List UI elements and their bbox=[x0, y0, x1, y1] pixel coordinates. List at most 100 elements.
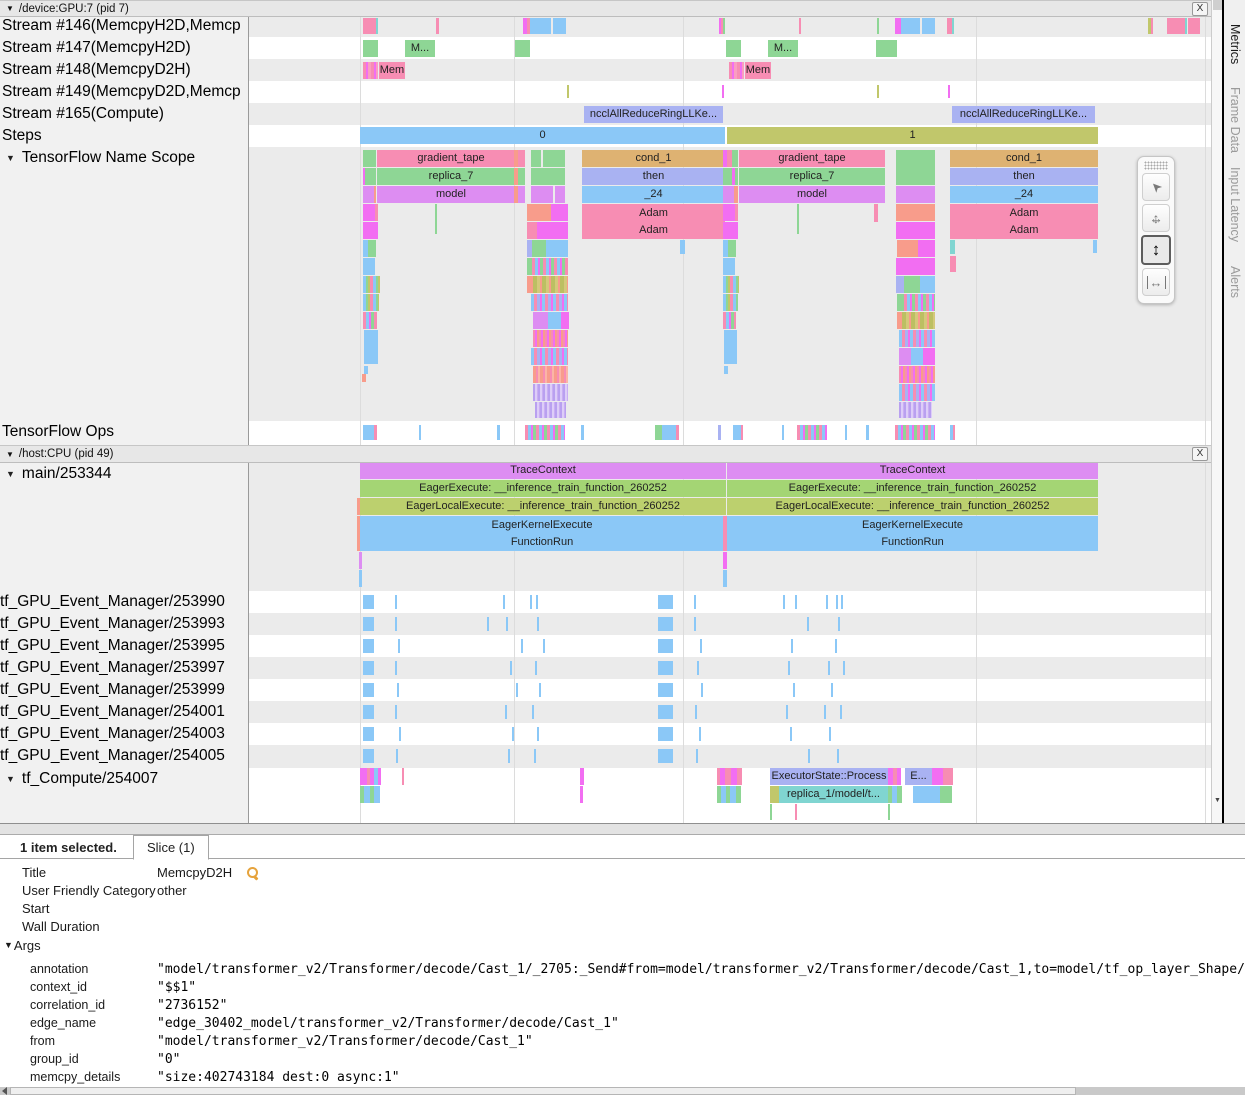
trace-fragment[interactable] bbox=[532, 705, 534, 719]
trace-fragment[interactable] bbox=[567, 85, 569, 98]
trace-fragment[interactable] bbox=[402, 768, 404, 785]
track-label[interactable]: tf_GPU_Event_Manager/254005 bbox=[0, 745, 246, 767]
trace-event[interactable]: Adam bbox=[582, 204, 725, 222]
trace-fragment[interactable] bbox=[658, 749, 673, 763]
trace-fragment[interactable] bbox=[363, 258, 375, 275]
collapse-arrow-icon[interactable]: ▼ bbox=[4, 940, 13, 950]
trace-event[interactable]: Adam bbox=[950, 204, 1098, 222]
trace-fragment[interactable] bbox=[357, 498, 360, 515]
trace-fragment[interactable] bbox=[368, 240, 376, 257]
collapse-arrow-icon[interactable]: ▼ bbox=[6, 153, 15, 163]
trace-fragment[interactable] bbox=[840, 705, 842, 719]
trace-fragment[interactable] bbox=[950, 240, 955, 254]
trace-fragment[interactable] bbox=[723, 516, 727, 551]
trace-fragment[interactable] bbox=[531, 186, 553, 203]
trace-fragment[interactable] bbox=[733, 425, 741, 440]
track-label[interactable]: tf_GPU_Event_Manager/254003 bbox=[0, 723, 246, 745]
trace-fragment[interactable] bbox=[828, 661, 830, 675]
trace-fragment[interactable] bbox=[741, 425, 743, 440]
trace-fragment[interactable] bbox=[1151, 18, 1153, 34]
trace-fragment[interactable] bbox=[897, 786, 902, 803]
track-label[interactable]: ▼main/253344 bbox=[0, 462, 252, 486]
trace-fragment[interactable] bbox=[435, 204, 437, 234]
trace-fragment[interactable] bbox=[791, 639, 793, 653]
trace-fragment[interactable] bbox=[913, 786, 940, 803]
trace-fragment[interactable] bbox=[531, 150, 541, 167]
trace-event[interactable]: replica_1/model/t... bbox=[779, 786, 888, 803]
trace-event[interactable]: Adam bbox=[950, 222, 1098, 239]
trace-fragment[interactable] bbox=[514, 168, 518, 185]
trace-fragment[interactable] bbox=[953, 425, 955, 440]
trace-fragment[interactable] bbox=[897, 768, 901, 785]
trace-fragment[interactable] bbox=[896, 276, 904, 293]
trace-fragment[interactable] bbox=[497, 425, 500, 440]
track-label[interactable]: tf_GPU_Event_Manager/254001 bbox=[0, 701, 246, 723]
trace-fragment[interactable] bbox=[363, 186, 374, 203]
trace-fragment[interactable] bbox=[729, 62, 744, 79]
trace-fragment[interactable] bbox=[723, 222, 738, 239]
trace-event[interactable]: EagerLocalExecute: __inference_train_fun… bbox=[727, 498, 1098, 515]
trace-fragment[interactable] bbox=[521, 639, 523, 653]
horizontal-scrollbar-thumb[interactable] bbox=[10, 1087, 1076, 1095]
trace-event[interactable]: FunctionRun bbox=[360, 534, 724, 551]
trace-fragment[interactable] bbox=[543, 150, 565, 167]
trace-fragment[interactable] bbox=[396, 749, 398, 763]
trace-fragment[interactable] bbox=[374, 786, 380, 803]
trace-fragment[interactable] bbox=[363, 595, 374, 609]
trace-fragment[interactable] bbox=[532, 240, 546, 257]
trace-fragment[interactable] bbox=[923, 348, 935, 365]
vertical-zoom-tool-button[interactable]: ↕ bbox=[1141, 235, 1171, 265]
trace-fragment[interactable] bbox=[537, 617, 539, 631]
trace-fragment[interactable] bbox=[799, 18, 801, 34]
track-label[interactable]: tf_GPU_Event_Manager/253990 bbox=[0, 591, 246, 613]
tab-metrics[interactable]: Metrics bbox=[1228, 24, 1242, 64]
trace-fragment[interactable] bbox=[877, 85, 879, 98]
trace-fragment[interactable] bbox=[525, 425, 565, 440]
trace-event[interactable]: gradient_tape bbox=[377, 150, 525, 167]
trace-fragment[interactable] bbox=[1188, 18, 1200, 34]
trace-fragment[interactable] bbox=[896, 186, 935, 203]
horizontal-zoom-tool-button[interactable]: ↔ bbox=[1142, 268, 1170, 296]
trace-fragment[interactable] bbox=[837, 749, 839, 763]
trace-fragment[interactable] bbox=[395, 617, 397, 631]
trace-fragment[interactable] bbox=[535, 402, 566, 418]
track-label[interactable]: tf_GPU_Event_Manager/253993 bbox=[0, 613, 246, 635]
trace-fragment[interactable] bbox=[658, 727, 673, 741]
trace-fragment[interactable] bbox=[793, 683, 795, 697]
trace-fragment[interactable] bbox=[555, 186, 565, 203]
trace-fragment[interactable] bbox=[580, 768, 584, 785]
trace-fragment[interactable] bbox=[580, 786, 583, 803]
trace-fragment[interactable] bbox=[537, 727, 539, 741]
trace-fragment[interactable] bbox=[920, 276, 935, 293]
track-label[interactable]: Stream #149(MemcpyD2D,Memcp bbox=[0, 81, 248, 103]
trace-fragment[interactable] bbox=[911, 348, 923, 365]
trace-fragment[interactable] bbox=[581, 425, 584, 440]
trace-fragment[interactable] bbox=[722, 85, 724, 98]
trace-fragment[interactable] bbox=[726, 40, 741, 57]
tab-input-latency[interactable]: Input Latency bbox=[1228, 167, 1242, 242]
track-label[interactable]: Stream #147(MemcpyH2D) bbox=[0, 37, 248, 59]
trace-fragment[interactable] bbox=[363, 62, 378, 79]
trace-fragment[interactable] bbox=[723, 570, 727, 587]
trace-fragment[interactable] bbox=[808, 749, 810, 763]
trace-fragment[interactable] bbox=[531, 294, 568, 311]
trace-event[interactable]: ExecutorState::Process bbox=[770, 768, 888, 785]
panel-separator[interactable] bbox=[0, 823, 1245, 835]
trace-fragment[interactable] bbox=[723, 204, 735, 221]
trace-fragment[interactable] bbox=[788, 661, 790, 675]
trace-fragment[interactable] bbox=[901, 18, 920, 34]
trace-fragment[interactable] bbox=[395, 595, 397, 609]
trace-fragment[interactable] bbox=[736, 786, 741, 803]
trace-fragment[interactable] bbox=[362, 374, 366, 382]
close-button[interactable]: X bbox=[1192, 2, 1208, 16]
trace-fragment[interactable] bbox=[770, 804, 772, 820]
trace-fragment[interactable] bbox=[378, 768, 381, 785]
trace-event[interactable]: 0 bbox=[360, 127, 725, 144]
trace-event[interactable]: EagerKernelExecute bbox=[727, 516, 1098, 534]
trace-fragment[interactable] bbox=[723, 552, 727, 569]
trace-fragment[interactable] bbox=[838, 617, 840, 631]
trace-event[interactable]: TraceContext bbox=[727, 462, 1098, 479]
trace-fragment[interactable] bbox=[932, 768, 943, 785]
tab-frame-data[interactable]: Frame Data bbox=[1228, 87, 1242, 153]
collapse-arrow-icon[interactable]: ▼ bbox=[6, 469, 15, 479]
